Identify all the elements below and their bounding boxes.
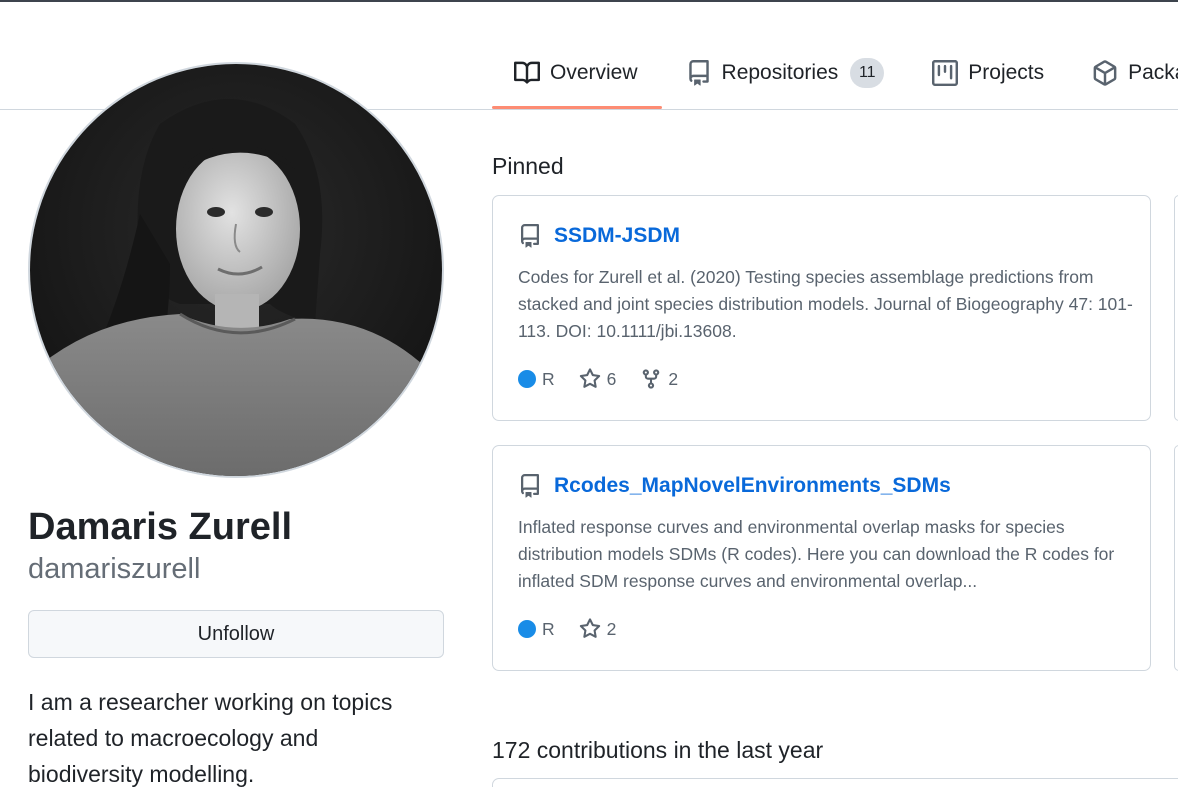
tab-repositories-label: Repositories [721,61,839,84]
repo-description: Codes for Zurell et al. (2020) Testing s… [518,267,1133,341]
window-top-border [0,0,1178,2]
forks-count: 2 [668,368,679,389]
tab-projects-label: Projects [968,61,1045,84]
tab-repositories[interactable]: Repositories 11 [662,44,909,102]
profile-name: Damaris Zurell [28,506,292,548]
repo-icon [518,474,542,498]
book-icon [514,60,540,86]
repo-forks-link[interactable]: 2 [640,368,678,390]
avatar[interactable] [28,62,444,478]
project-icon [932,60,959,86]
repo-language: R [518,619,555,640]
repo-link-rcodes-mapnovelenvironments[interactable]: Rcodes_MapNovelEnvironments_SDMs [554,474,951,498]
repo-icon [686,60,712,86]
repo-meta: R 2 [518,618,640,640]
tab-projects[interactable]: Projects [908,44,1068,102]
language-color-dot [518,370,536,388]
pinned-heading: Pinned [492,153,564,179]
pinned-card: SSDM-JSDM Codes for Zurell et al. (2020)… [492,195,1151,421]
profile-bio: I am a researcher working on topics rela… [28,689,393,787]
repo-language: R [518,369,555,390]
repo-stars-link[interactable]: 6 [579,368,617,390]
pinned-card-partial [1174,195,1178,421]
package-icon [1092,60,1118,86]
repo-description: Inflated response curves and environment… [518,517,1115,591]
language-label: R [542,368,555,389]
fork-icon [643,369,660,389]
star-icon [579,368,600,388]
repo-meta: R 6 2 [518,368,702,390]
stars-count: 6 [606,368,617,389]
repo-link-ssdm-jsdm[interactable]: SSDM-JSDM [554,224,680,248]
profile-username: damariszurell [28,553,201,585]
pinned-card-partial [1174,445,1178,671]
repo-stars-link[interactable]: 2 [579,618,617,640]
repositories-count-badge: 11 [850,58,885,88]
tab-overview[interactable]: Overview [492,44,662,109]
stars-count: 2 [606,618,617,639]
contributions-heading: 172 contributions in the last year [492,737,824,763]
avatar-portrait-image [30,64,442,476]
tab-packages-label: Packa [1128,61,1178,84]
star-icon [579,618,600,638]
language-label: R [542,618,555,639]
pinned-card: Rcodes_MapNovelEnvironments_SDMs Inflate… [492,445,1151,671]
contributions-graph [492,778,1178,787]
tab-overview-label: Overview [550,61,638,84]
language-color-dot [518,620,536,638]
repo-icon [518,224,542,248]
unfollow-button[interactable]: Unfollow [28,610,444,658]
tab-packages[interactable]: Packa [1068,44,1178,102]
profile-tabs: Overview Repositories 11 Projects Packa [492,44,1178,110]
